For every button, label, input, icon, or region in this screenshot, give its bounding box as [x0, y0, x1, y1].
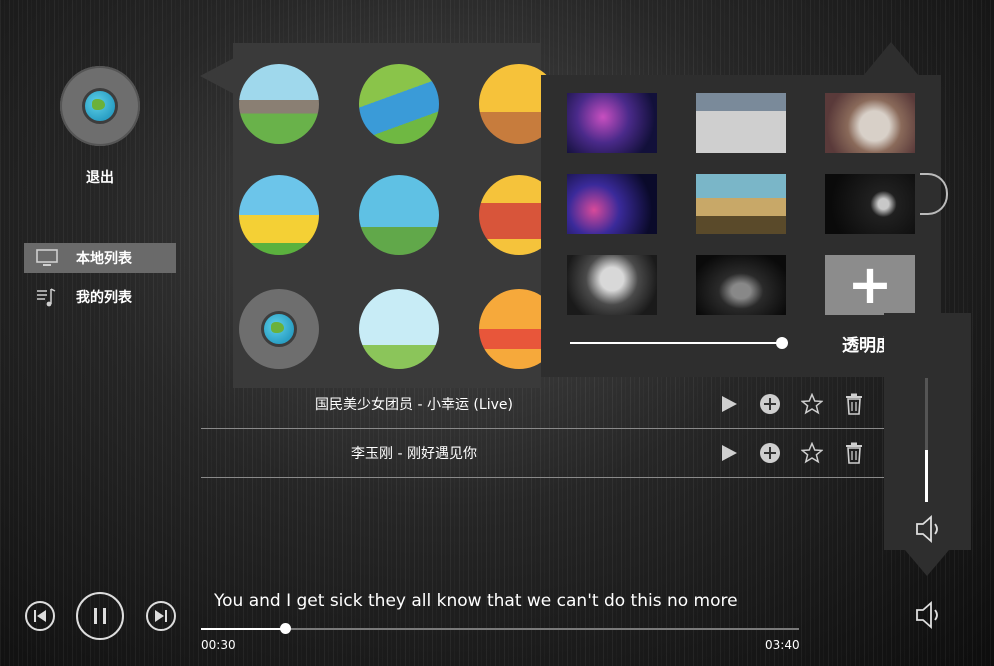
volume-popup-pointer	[905, 550, 949, 576]
pause-icon	[94, 608, 106, 624]
parachute-icon[interactable]	[359, 175, 439, 255]
pause-button[interactable]	[76, 592, 124, 640]
icon-picker-panel	[233, 43, 559, 388]
previous-button[interactable]	[25, 601, 55, 631]
volume-slider-fill[interactable]	[925, 450, 928, 502]
icon-panel-pointer	[200, 58, 234, 94]
sidebar-item-local-list[interactable]: 本地列表	[24, 243, 176, 273]
avatar[interactable]	[60, 66, 140, 146]
volume-icon[interactable]	[914, 600, 944, 634]
song-title: 李玉刚 - 刚好遇见你	[351, 446, 477, 462]
castle-icon[interactable]	[239, 175, 319, 255]
opacity-slider-handle[interactable]	[776, 337, 788, 349]
wallpaper-thumb-portrait[interactable]	[825, 174, 915, 234]
exit-button[interactable]: 退出	[60, 167, 140, 187]
globe-icon[interactable]	[239, 289, 319, 369]
star-icon[interactable]	[800, 392, 824, 416]
landscape-icon[interactable]	[239, 64, 319, 144]
wallpaper-thumb-galaxy-pink[interactable]	[567, 93, 657, 153]
add-icon[interactable]	[758, 441, 782, 465]
speaker-icon[interactable]	[914, 514, 944, 548]
star-icon[interactable]	[800, 441, 824, 465]
progress-handle[interactable]	[280, 623, 291, 634]
opacity-slider-track[interactable]	[570, 342, 782, 344]
play-icon[interactable]	[717, 441, 741, 465]
wallpaper-thumb-pier[interactable]	[696, 93, 786, 153]
trash-icon[interactable]	[842, 392, 866, 416]
wallpaper-thumb-anime[interactable]	[567, 255, 657, 315]
wallpaper-thumb-galaxy-blue[interactable]	[567, 174, 657, 234]
sidebar-item-label: 我的列表	[76, 290, 132, 306]
playlist-icon	[34, 286, 60, 308]
sidebar-item-label: 本地列表	[76, 251, 132, 267]
lyric-line: You and I get sick they all know that we…	[214, 591, 738, 611]
wallpaper-panel-pointer	[863, 42, 919, 76]
total-time: 03:40	[765, 638, 800, 652]
table-row[interactable]: 国民美少女团员 - 小幸运 (Live)	[201, 380, 884, 429]
add-icon[interactable]	[758, 392, 782, 416]
globe-icon	[261, 311, 297, 347]
wallpaper-thumb-beach[interactable]	[696, 174, 786, 234]
trash-icon[interactable]	[842, 441, 866, 465]
mode-toggle-icon[interactable]	[920, 173, 948, 215]
wallpaper-thumb-kitten[interactable]	[825, 93, 915, 153]
sidebar-item-my-list[interactable]: 我的列表	[24, 282, 176, 312]
previous-icon	[34, 610, 46, 622]
progress-fill[interactable]	[201, 628, 285, 630]
song-title: 国民美少女团员 - 小幸运 (Live)	[315, 397, 513, 413]
current-time: 00:30	[201, 638, 236, 652]
globe-icon	[82, 88, 118, 124]
add-wallpaper-button[interactable]: +	[825, 255, 915, 315]
next-button[interactable]	[146, 601, 176, 631]
play-icon[interactable]	[717, 392, 741, 416]
river-icon[interactable]	[359, 64, 439, 144]
wallpaper-thumb-car[interactable]	[696, 255, 786, 315]
hotel-icon[interactable]	[359, 289, 439, 369]
monitor-icon	[34, 249, 60, 267]
table-row[interactable]: 李玉刚 - 刚好遇见你	[201, 429, 884, 478]
next-icon	[155, 610, 167, 622]
